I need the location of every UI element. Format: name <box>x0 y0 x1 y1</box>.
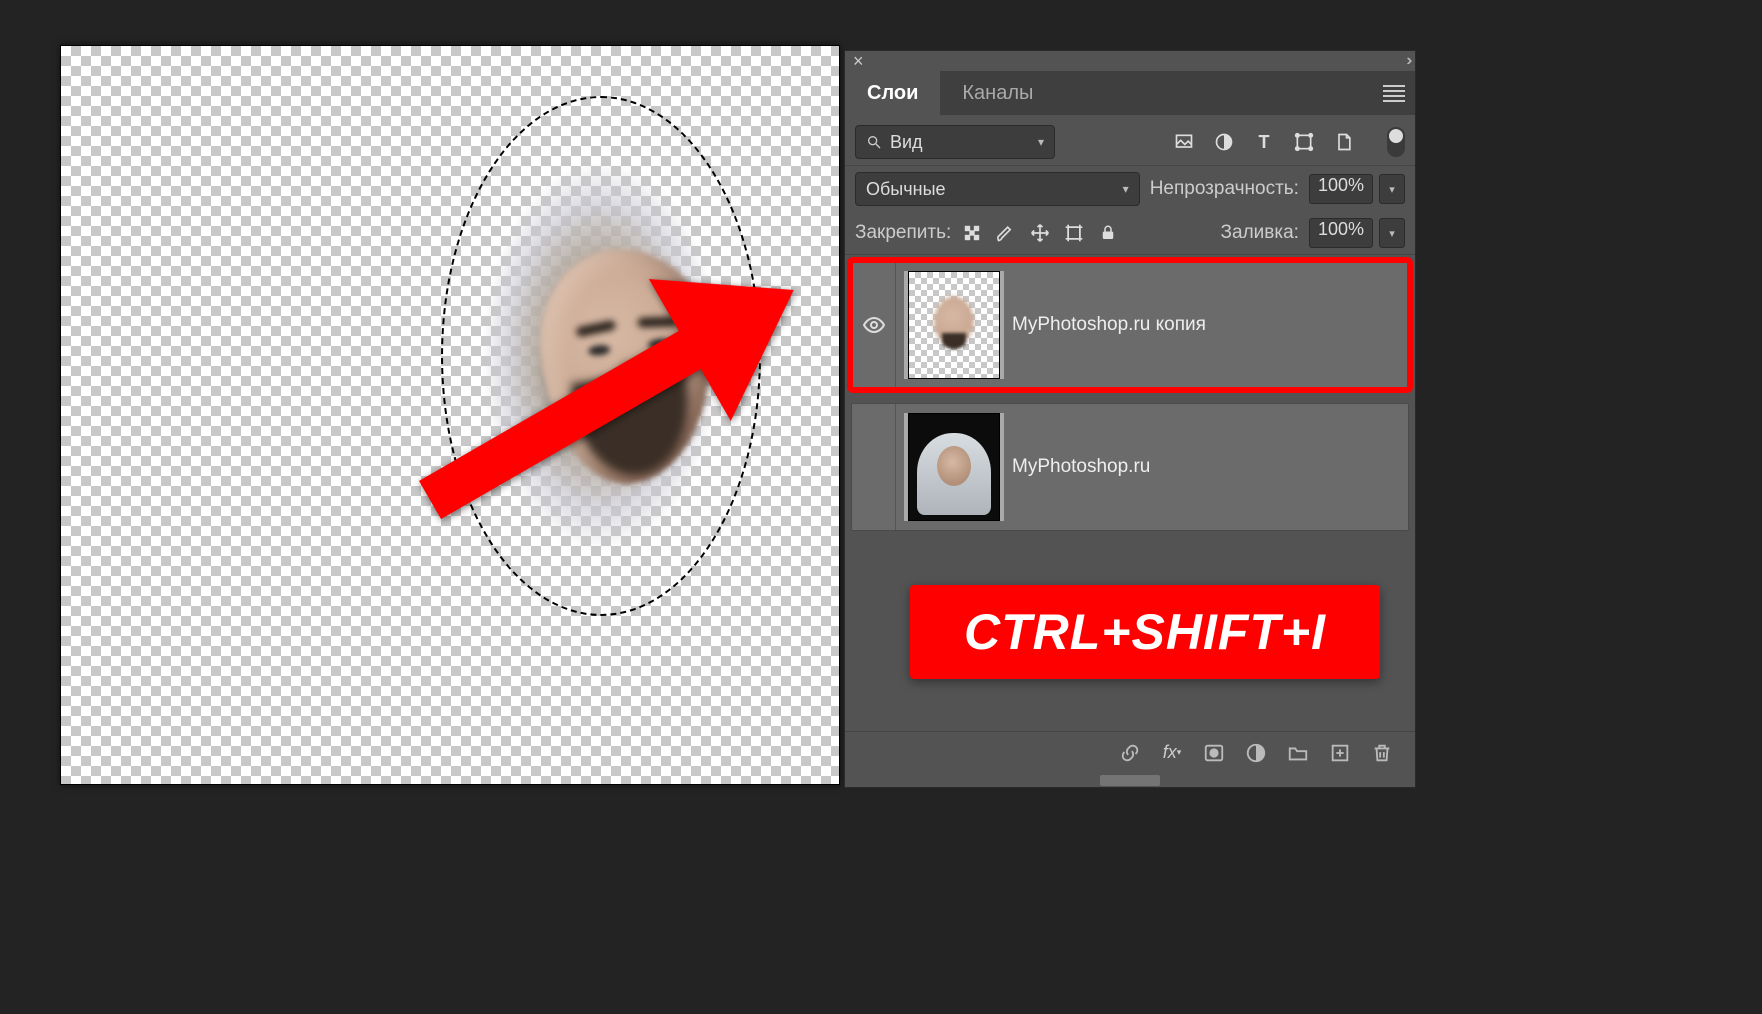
add-mask-icon[interactable] <box>1203 742 1225 764</box>
blend-mode-value: Обычные <box>866 179 946 200</box>
layer-fx-icon[interactable]: fx▾ <box>1161 742 1183 764</box>
layer-row[interactable]: MyPhotoshop.ru копия <box>851 261 1409 389</box>
new-group-icon[interactable] <box>1287 742 1309 764</box>
fill-stepper[interactable]: ▾ <box>1379 218 1405 248</box>
opacity-stepper[interactable]: ▾ <box>1379 174 1405 204</box>
layers-panel-footer: fx▾ <box>845 731 1415 773</box>
fill-label: Заливка: <box>1221 222 1299 244</box>
new-layer-icon[interactable] <box>1329 742 1351 764</box>
layer-thumbnail[interactable] <box>908 413 1000 521</box>
lock-artboard-icon[interactable] <box>1063 222 1085 244</box>
layer-visibility-toggle[interactable] <box>852 262 896 388</box>
layer-name[interactable]: MyPhotoshop.ru копия <box>1012 314 1206 336</box>
new-adjustment-icon[interactable] <box>1245 742 1267 764</box>
link-layers-icon[interactable] <box>1119 742 1141 764</box>
filter-text-icon[interactable]: T <box>1253 131 1275 153</box>
lock-brush-icon[interactable] <box>995 222 1017 244</box>
filter-shape-icon[interactable] <box>1293 131 1315 153</box>
chevron-down-icon: ▾ <box>1123 182 1129 196</box>
layer-row[interactable]: MyPhotoshop.ru <box>851 403 1409 531</box>
document-canvas[interactable] <box>60 45 840 785</box>
panel-tabs: Слои Каналы <box>845 71 1415 115</box>
tab-channels[interactable]: Каналы <box>940 71 1055 115</box>
tab-layers[interactable]: Слои <box>845 71 940 115</box>
lock-label: Закрепить: <box>855 222 951 244</box>
search-icon <box>866 134 882 150</box>
opacity-label: Непрозрачность: <box>1150 178 1299 200</box>
opacity-field[interactable]: 100% <box>1309 174 1373 204</box>
shortcut-annotation: CTRL+SHIFT+I <box>910 585 1380 679</box>
panel-menu-button[interactable] <box>1383 85 1405 102</box>
lock-all-icon[interactable] <box>1097 222 1119 244</box>
filter-smartobject-icon[interactable] <box>1333 131 1355 153</box>
lock-move-icon[interactable] <box>1029 222 1051 244</box>
layer-name[interactable]: MyPhotoshop.ru <box>1012 456 1150 478</box>
panel-resize-grip[interactable] <box>845 773 1415 787</box>
fill-field[interactable]: 100% <box>1309 218 1373 248</box>
panel-close-button[interactable]: × <box>853 51 864 72</box>
filter-image-icon[interactable] <box>1173 131 1195 153</box>
eye-icon <box>862 313 886 337</box>
filter-toggle[interactable] <box>1387 127 1405 157</box>
filter-adjustment-icon[interactable] <box>1213 131 1235 153</box>
layer-thumbnail[interactable] <box>908 271 1000 379</box>
delete-layer-icon[interactable] <box>1371 742 1393 764</box>
layer-visibility-toggle[interactable] <box>852 404 896 530</box>
lock-pixels-icon[interactable] <box>961 222 983 244</box>
chevron-down-icon: ▾ <box>1038 135 1044 149</box>
layer-filter-value: Вид <box>890 132 923 153</box>
layer-filter-select[interactable]: Вид ▾ <box>855 125 1055 159</box>
blend-mode-select[interactable]: Обычные ▾ <box>855 172 1140 206</box>
